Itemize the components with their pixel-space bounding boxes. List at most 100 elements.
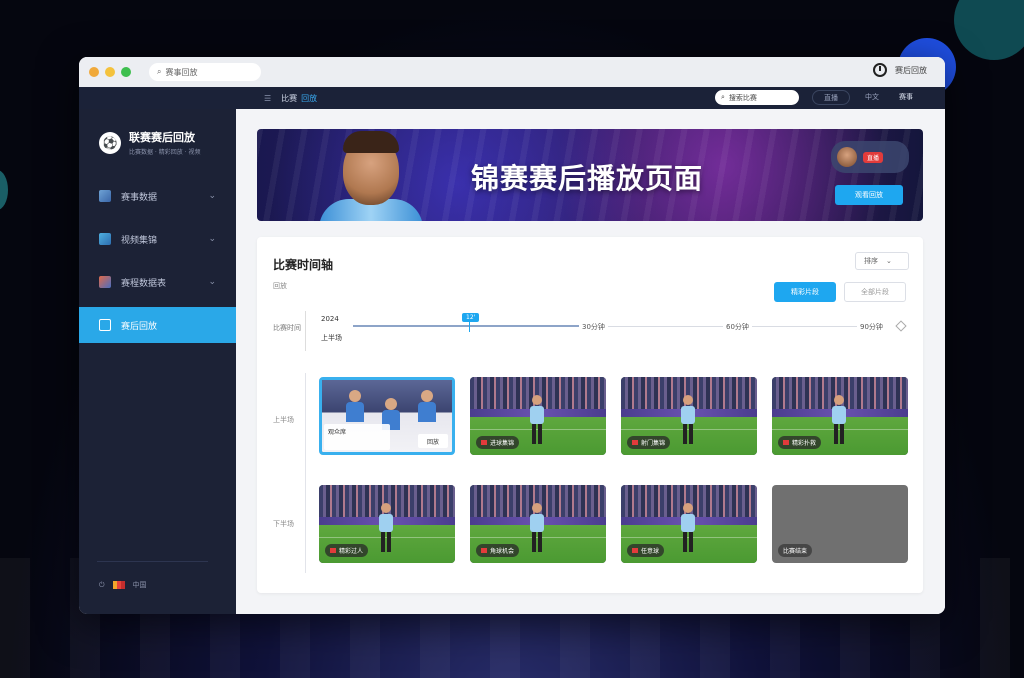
clip-caption: 观众席	[324, 424, 390, 450]
browser-chrome: ⌕ 赛事回放 赛后回放	[79, 57, 945, 87]
divider	[305, 311, 306, 351]
clip-tag: 射门集锦	[627, 436, 671, 449]
clip-tag-label: 进球集锦	[490, 440, 515, 447]
video-clip-thumbnail-empty[interactable]: 比赛结束	[772, 485, 908, 563]
brand-title: 联赛赛后回放	[129, 131, 195, 144]
clip-tag-label: 精彩过人	[339, 548, 364, 555]
sidebar-nav: 赛事数据 ⌄ 视频集锦 ⌄ 赛程数据表 ⌄ 赛后回放	[79, 178, 236, 343]
spectator	[346, 390, 364, 424]
timeline-playhead[interactable]: 12'	[462, 313, 480, 322]
player-figure	[530, 503, 544, 553]
timeline-playhead-line	[469, 322, 470, 332]
minimize-window-button[interactable]	[105, 67, 115, 77]
flag-icon	[481, 440, 487, 445]
clip-tag: 精彩扑救	[778, 436, 822, 449]
replay-badge: 回放	[418, 434, 448, 448]
clip-tag: 角球机会	[476, 544, 520, 557]
sort-label: 排序	[864, 257, 878, 265]
clip-tag-label: 精彩扑救	[792, 440, 817, 447]
video-clip-thumbnail[interactable]: 观众席 回放	[319, 377, 455, 455]
live-button[interactable]: 直播	[812, 90, 850, 105]
all-clips-filter-button[interactable]: 全部片段	[844, 282, 906, 302]
user-menu[interactable]: 赛事	[899, 92, 913, 102]
flag-icon	[632, 548, 638, 553]
timeline-progress	[353, 325, 579, 327]
sidebar-footer: ⏻ 中国	[99, 580, 147, 590]
chart-icon	[99, 276, 111, 288]
timeline-end-icon[interactable]	[895, 320, 907, 332]
flag-icon	[783, 440, 789, 445]
background-orb	[0, 170, 8, 210]
player-figure	[530, 395, 544, 445]
maximize-window-button[interactable]	[121, 67, 131, 77]
timeline-date: 2024	[321, 315, 339, 323]
address-bar[interactable]: ⌕ 赛事回放	[149, 63, 261, 81]
player-hair	[343, 131, 399, 153]
sidebar-item-highlights[interactable]: 视频集锦 ⌄	[79, 221, 236, 257]
sort-dropdown[interactable]: 排序 ⌄	[855, 252, 909, 270]
search-icon: ⌕	[721, 93, 725, 101]
player-figure	[832, 395, 846, 445]
player-figure	[681, 503, 695, 553]
app-window: ⌕ 赛事回放 赛后回放 ☰ 比赛 回放 ⌕ 搜索比赛 直播 中文 赛事 ⚽ 联赛…	[79, 57, 945, 614]
top-navigation-bar: ☰ 比赛 回放 ⌕ 搜索比赛 直播 中文 赛事	[79, 87, 945, 109]
timeline-tick: 60分钟	[723, 322, 752, 332]
sidebar-item-match-data[interactable]: 赛事数据 ⌄	[79, 178, 236, 214]
breadcrumb-item[interactable]: 比赛	[281, 93, 297, 104]
playback-icon	[99, 319, 111, 331]
search-placeholder: 搜索比赛	[728, 93, 757, 102]
video-clip-thumbnail[interactable]: 任意球	[621, 485, 757, 563]
divider	[305, 373, 306, 573]
watch-replay-button[interactable]: 观看回放	[835, 185, 903, 205]
player-figure	[379, 503, 393, 553]
breadcrumb-item-current: 回放	[301, 93, 318, 103]
panel-title: 比赛时间轴	[273, 258, 334, 272]
flag-icon	[481, 548, 487, 553]
search-input[interactable]: ⌕ 搜索比赛	[715, 90, 799, 105]
video-clip-thumbnail[interactable]: 射门集锦	[621, 377, 757, 455]
sidebar-item-label: 赛程数据表	[121, 278, 167, 289]
clock-icon[interactable]	[873, 63, 887, 77]
region-label[interactable]: 中国	[133, 580, 147, 590]
chevron-down-icon: ⌄	[208, 277, 216, 287]
video-clip-thumbnail[interactable]: 精彩扑救	[772, 377, 908, 455]
row-label: 下半场	[273, 520, 294, 528]
timeline-period: 上半场	[321, 334, 342, 342]
language-selector[interactable]: 中文	[865, 92, 879, 102]
highlights-filter-button[interactable]: 精彩片段	[774, 282, 836, 302]
clip-tag: 任意球	[627, 544, 665, 557]
video-icon	[99, 233, 111, 245]
avatar	[837, 147, 857, 167]
clip-tag: 精彩过人	[325, 544, 369, 557]
clip-tag: 进球集锦	[476, 436, 520, 449]
hamburger-icon[interactable]: ☰	[264, 94, 271, 103]
chevron-down-icon: ⌄	[886, 257, 892, 265]
clip-tag-label: 比赛结束	[783, 548, 808, 555]
panel-subtitle: 回放	[273, 282, 287, 290]
replay-panel: 比赛时间轴 回放 排序 ⌄ 精彩片段 全部片段 比赛时间 2024 上半场 12…	[257, 237, 923, 593]
sidebar: ⚽ 联赛赛后回放 比赛数据 · 精彩回放 · 视频 赛事数据 ⌄ 视频集锦 ⌄ …	[79, 109, 236, 614]
row-label: 上半场	[273, 416, 294, 424]
timeline-tick: 90分钟	[857, 322, 886, 332]
clip-tag-label: 角球机会	[490, 548, 515, 555]
power-icon[interactable]: ⏻	[99, 581, 105, 590]
flag-icon	[112, 581, 125, 589]
soccer-ball-icon	[99, 190, 111, 202]
spectator	[418, 390, 436, 424]
brand: ⚽ 联赛赛后回放 比赛数据 · 精彩回放 · 视频	[79, 109, 236, 156]
sidebar-item-label: 视频集锦	[121, 235, 158, 246]
background-orb	[954, 0, 1024, 60]
sidebar-item-playback[interactable]: 赛后回放	[79, 307, 236, 343]
sidebar-item-schedule[interactable]: 赛程数据表 ⌄	[79, 264, 236, 300]
brand-logo-icon: ⚽	[99, 131, 121, 154]
search-icon: ⌕	[157, 67, 162, 76]
live-card[interactable]: 直播	[831, 141, 909, 173]
video-clip-thumbnail[interactable]: 进球集锦	[470, 377, 606, 455]
chevron-down-icon: ⌄	[208, 191, 216, 201]
chevron-down-icon: ⌄	[208, 234, 216, 244]
close-window-button[interactable]	[89, 67, 99, 77]
player-figure	[681, 395, 695, 445]
flag-icon	[632, 440, 638, 445]
video-clip-thumbnail[interactable]: 角球机会	[470, 485, 606, 563]
video-clip-thumbnail[interactable]: 精彩过人	[319, 485, 455, 563]
